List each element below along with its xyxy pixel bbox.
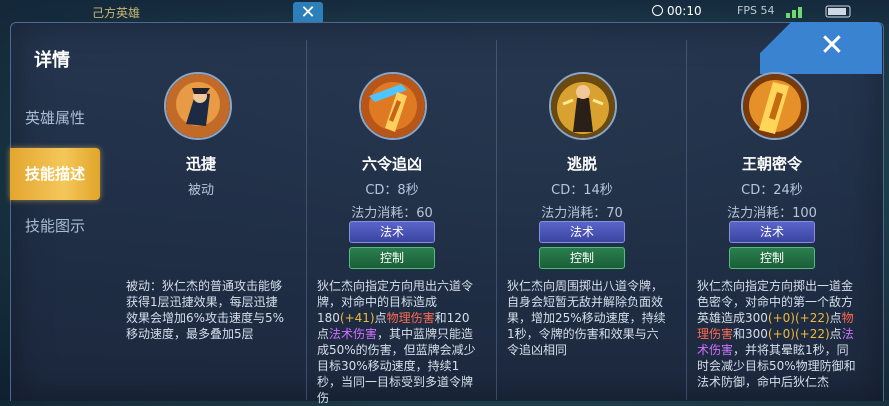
match-timer: 00:10 [652, 4, 702, 18]
tag-magic: 法术 [349, 221, 435, 243]
tab-hero-attributes[interactable]: 英雄属性 [10, 92, 100, 144]
tab-skill-description[interactable]: 技能描述 [10, 148, 100, 200]
clock-icon [652, 5, 663, 16]
skill-mana-cost: 法力消耗：70 [541, 206, 623, 221]
skill-description: 被动：狄仁杰的普通攻击能够获得1层迅捷效果，每层迅捷效果会增加6%攻击速度与5%… [126, 279, 285, 341]
fps-counter: FPS 54 [737, 4, 775, 17]
skill-cooldown: CD：14秒 [551, 183, 613, 198]
skill-mana-cost: 法力消耗：60 [351, 206, 433, 221]
skill-description: 狄仁杰向周围掷出八道令牌，自身会短暂无敌并解除负面效果，增加25%移动速度，持续… [507, 279, 666, 357]
tag-magic: 法术 [729, 221, 815, 243]
skill-mana-cost: 法力消耗：100 [727, 206, 817, 221]
panel-title: 详情 [34, 50, 70, 71]
tag-control: 控制 [539, 247, 625, 269]
escape-skill-icon[interactable] [549, 72, 617, 140]
skill-column-3: 王朝密令 CD：24秒 法力消耗：100 法术 控制 狄仁杰向指定方向掷出一道金… [686, 40, 867, 400]
skill-description: 狄仁杰向指定方向甩出六道令牌，对命中的目标造成180(+41)点物理伤害和120… [317, 279, 476, 405]
skill-column-2: 逃脱 CD：14秒 法力消耗：70 法术 控制 狄仁杰向周围掷出八道令牌，自身会… [496, 40, 677, 400]
team-label: 己方英雄 [92, 6, 141, 20]
tag-control: 控制 [349, 247, 435, 269]
passive-skill-icon[interactable] [164, 72, 232, 140]
skill-name: 逃脱 [566, 155, 597, 173]
skill-cooldown: CD：24秒 [741, 183, 803, 198]
signal-icon [786, 5, 851, 18]
detail-sidebar: 详情 英雄属性 技能描述 技能图示 [10, 22, 100, 400]
skill-column-passive: 迅捷 被动 被动：狄仁杰的普通攻击能够获得1层迅捷效果，每层迅捷效果会增加6%攻… [116, 40, 296, 400]
six-token-skill-icon[interactable] [359, 72, 427, 140]
skill-name: 六令追凶 [361, 155, 422, 173]
skill-description: 狄仁杰向指定方向掷出一道金色密令，对命中的第一个敌方英雄造成300(+0)(+2… [697, 279, 856, 389]
tag-control: 控制 [729, 247, 815, 269]
skill-name: 迅捷 [185, 155, 216, 173]
dynasty-order-skill-icon[interactable] [741, 72, 809, 140]
skill-name: 王朝密令 [741, 155, 802, 173]
skill-column-1: 六令追凶 CD：8秒 法力消耗：60 法术 控制 狄仁杰向指定方向甩出六道令牌，… [306, 40, 487, 405]
tab-skill-diagram[interactable]: 技能图示 [10, 200, 100, 252]
game-hud-bar: 己方英雄 ✕ 00:10 FPS 54 [0, 0, 889, 24]
hud-close-icon[interactable]: ✕ [293, 2, 323, 24]
skill-type: 被动 [187, 183, 214, 198]
skill-cooldown: CD：8秒 [365, 183, 419, 198]
tag-magic: 法术 [539, 221, 625, 243]
